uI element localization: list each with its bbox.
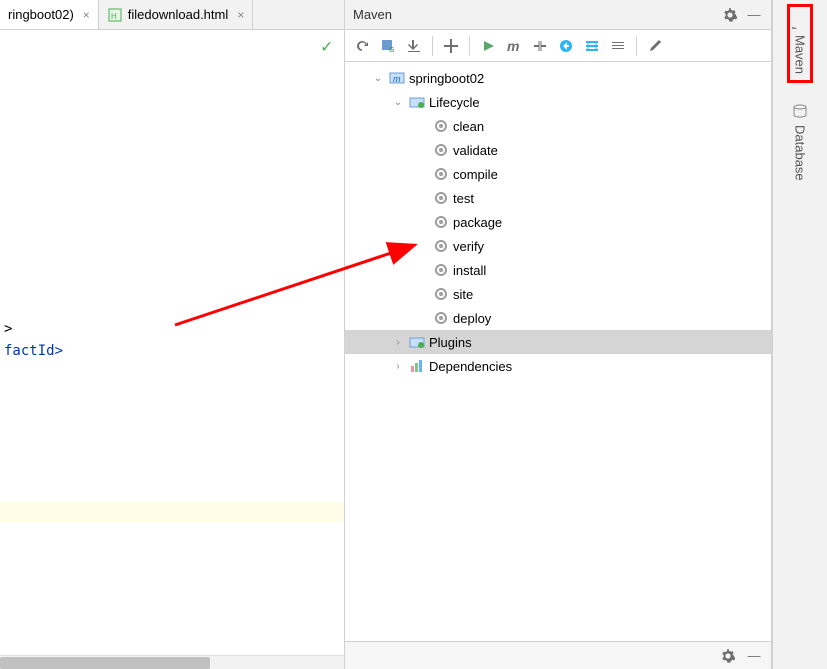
- maven-project-icon: m: [389, 70, 405, 86]
- maven-footer: —: [345, 641, 771, 669]
- code-line: factId>: [0, 340, 344, 362]
- gear-icon: [433, 214, 449, 230]
- node-label: clean: [453, 119, 484, 134]
- goal-compile[interactable]: compile: [345, 162, 771, 186]
- node-label: springboot02: [409, 71, 484, 86]
- collapse-all-icon[interactable]: [607, 35, 629, 57]
- run-icon[interactable]: [477, 35, 499, 57]
- tool-tab-label: Database: [793, 125, 808, 181]
- gear-icon[interactable]: [719, 647, 737, 665]
- maven-tool-window: Maven — G m ⌄: [345, 0, 772, 669]
- node-label: Lifecycle: [429, 95, 480, 110]
- download-icon[interactable]: [403, 35, 425, 57]
- node-label: verify: [453, 239, 484, 254]
- add-icon[interactable]: [440, 35, 462, 57]
- goal-clean[interactable]: clean: [345, 114, 771, 138]
- close-icon[interactable]: ×: [237, 8, 244, 22]
- dependencies-node[interactable]: › Dependencies: [345, 354, 771, 378]
- chevron-down-icon: ⌄: [371, 73, 385, 84]
- gear-icon: [433, 262, 449, 278]
- refresh-icon[interactable]: [351, 35, 373, 57]
- show-dependencies-icon[interactable]: [581, 35, 603, 57]
- maven-toolbar: G m: [345, 30, 771, 62]
- editor-area: ringboot02) × H filedownload.html × ✓ > …: [0, 0, 345, 669]
- folder-icon: [409, 94, 425, 110]
- node-label: Dependencies: [429, 359, 512, 374]
- goal-deploy[interactable]: deploy: [345, 306, 771, 330]
- goal-test[interactable]: test: [345, 186, 771, 210]
- svg-text:m: m: [792, 26, 802, 29]
- chevron-down-icon: ⌄: [391, 97, 405, 108]
- gear-icon: [433, 238, 449, 254]
- gear-icon[interactable]: [721, 6, 739, 24]
- editor-tabs: ringboot02) × H filedownload.html ×: [0, 0, 344, 30]
- goal-package[interactable]: package: [345, 210, 771, 234]
- chevron-right-icon: ›: [391, 361, 405, 372]
- gear-icon: [433, 166, 449, 182]
- tool-tab-label: Maven: [793, 35, 808, 74]
- close-icon[interactable]: ×: [83, 8, 90, 22]
- tab-springboot02[interactable]: ringboot02) ×: [0, 0, 99, 29]
- skip-tests-icon[interactable]: [529, 35, 551, 57]
- scrollbar-thumb[interactable]: [0, 657, 210, 669]
- svg-text:m: m: [393, 74, 401, 84]
- horizontal-scrollbar[interactable]: [0, 655, 344, 669]
- editor-body[interactable]: ✓ > factId>: [0, 30, 344, 669]
- node-label: package: [453, 215, 502, 230]
- goal-validate[interactable]: validate: [345, 138, 771, 162]
- goal-verify[interactable]: verify: [345, 234, 771, 258]
- node-label: deploy: [453, 311, 491, 326]
- gear-icon: [433, 310, 449, 326]
- right-tool-strip: m Maven Database: [772, 0, 827, 669]
- gear-icon: [433, 142, 449, 158]
- maven-panel-header: Maven —: [345, 0, 771, 30]
- lifecycle-node[interactable]: ⌄ Lifecycle: [345, 90, 771, 114]
- html-file-icon: H: [107, 7, 123, 23]
- node-label: validate: [453, 143, 498, 158]
- node-label: Plugins: [429, 335, 472, 350]
- check-icon: ✓: [321, 36, 332, 57]
- node-label: test: [453, 191, 474, 206]
- project-node[interactable]: ⌄ m springboot02: [345, 66, 771, 90]
- generate-sources-icon[interactable]: G: [377, 35, 399, 57]
- plugins-node[interactable]: › Plugins: [345, 330, 771, 354]
- maven-tool-tab[interactable]: m Maven: [787, 4, 813, 83]
- highlighted-line: [0, 502, 344, 522]
- code-line: >: [0, 318, 344, 340]
- dependencies-icon: [409, 358, 425, 374]
- tab-label: ringboot02): [8, 7, 74, 22]
- maven-tree: ⌄ m springboot02 ⌄ Lifecycle clean valid…: [345, 62, 771, 641]
- chevron-right-icon: ›: [391, 337, 405, 348]
- svg-text:G: G: [389, 47, 394, 54]
- node-label: compile: [453, 167, 498, 182]
- folder-icon: [409, 334, 425, 350]
- goal-site[interactable]: site: [345, 282, 771, 306]
- tab-filedownload[interactable]: H filedownload.html ×: [99, 0, 253, 29]
- tab-label: filedownload.html: [128, 7, 228, 22]
- svg-text:H: H: [111, 12, 117, 21]
- maven-m-icon[interactable]: m: [503, 35, 525, 57]
- gear-icon: [433, 118, 449, 134]
- offline-mode-icon[interactable]: [555, 35, 577, 57]
- gear-icon: [433, 190, 449, 206]
- minimize-icon[interactable]: —: [745, 6, 763, 24]
- settings-icon[interactable]: [644, 35, 666, 57]
- panel-title: Maven: [353, 7, 392, 22]
- node-label: install: [453, 263, 486, 278]
- goal-install[interactable]: install: [345, 258, 771, 282]
- minimize-icon[interactable]: —: [745, 647, 763, 665]
- gear-icon: [433, 286, 449, 302]
- database-tool-tab[interactable]: Database: [788, 95, 812, 189]
- svg-text:m: m: [507, 38, 519, 54]
- node-label: site: [453, 287, 473, 302]
